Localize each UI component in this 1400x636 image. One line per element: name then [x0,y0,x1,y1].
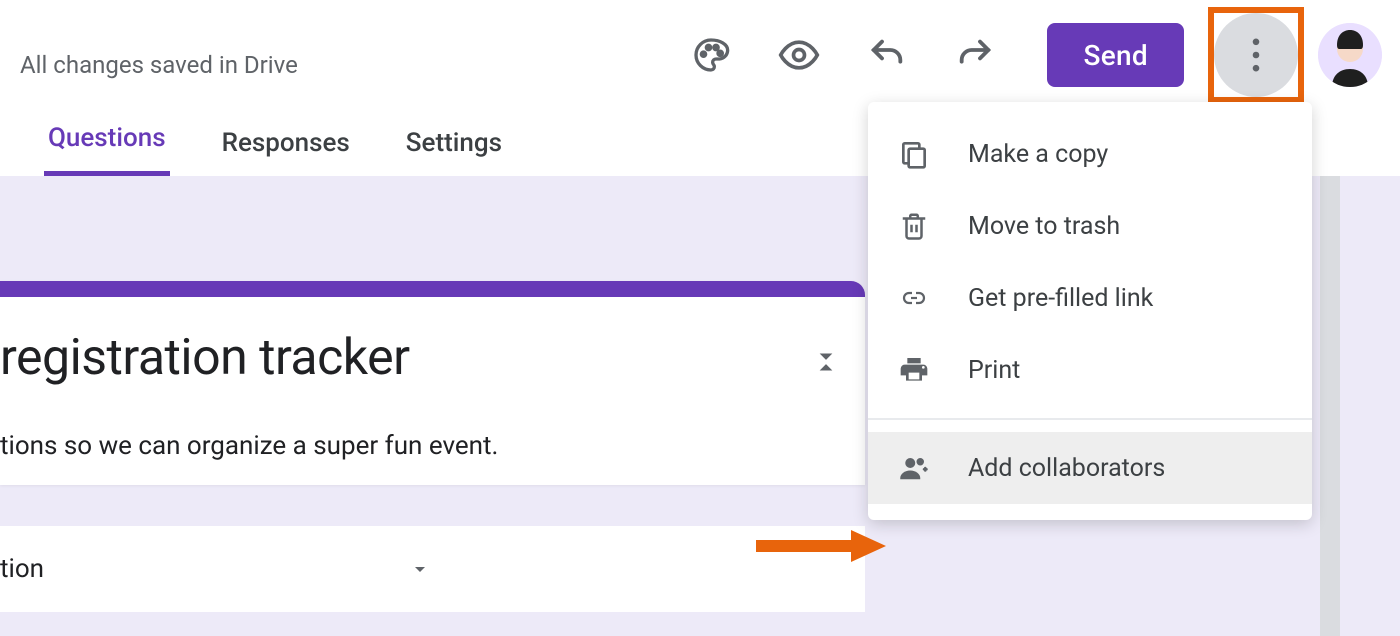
undo-icon[interactable] [863,31,911,79]
highlight-box [1208,7,1304,103]
menu-item-print[interactable]: Print [868,334,1312,406]
palette-icon[interactable] [687,31,735,79]
question-type-dropdown-icon[interactable] [400,549,440,589]
more-options-button[interactable] [1214,13,1298,97]
menu-label: Make a copy [968,140,1108,169]
menu-item-add-collaborators[interactable]: Add collaborators [868,432,1312,504]
top-toolbar: All changes saved in Drive Send [0,0,1400,110]
form-header-card[interactable]: registration tracker tions so we can org… [0,281,865,485]
more-options-menu: Make a copy Move to trash Get pre-filled… [868,102,1312,520]
add-collaborators-icon [896,450,932,486]
question-text[interactable]: tion [0,554,44,584]
collapse-toggle-icon[interactable] [813,343,841,383]
menu-label: Add collaborators [968,454,1165,483]
tab-responses[interactable]: Responses [218,114,354,176]
form-description[interactable]: tions so we can organize a super fun eve… [0,431,837,461]
menu-label: Get pre-filled link [968,284,1153,313]
tab-questions[interactable]: Questions [44,109,170,176]
redo-icon[interactable] [951,31,999,79]
scrollbar[interactable] [1320,176,1340,636]
vertical-dots-icon [1242,33,1270,77]
form-title[interactable]: registration tracker [0,329,837,387]
annotation-arrow-icon [756,526,886,566]
question-card[interactable]: tion [0,526,865,612]
menu-item-prefilled-link[interactable]: Get pre-filled link [868,262,1312,334]
account-avatar[interactable] [1318,23,1382,87]
copy-icon [896,136,932,172]
menu-item-move-trash[interactable]: Move to trash [868,190,1312,262]
preview-icon[interactable] [775,31,823,79]
link-icon [896,280,932,316]
save-status-text: All changes saved in Drive [20,51,298,79]
send-button[interactable]: Send [1047,23,1184,87]
print-icon [896,352,932,388]
menu-label: Move to trash [968,212,1120,241]
tab-settings[interactable]: Settings [402,114,506,176]
menu-label: Print [968,356,1020,385]
trash-icon [896,208,932,244]
menu-item-make-copy[interactable]: Make a copy [868,118,1312,190]
menu-separator [868,418,1312,420]
